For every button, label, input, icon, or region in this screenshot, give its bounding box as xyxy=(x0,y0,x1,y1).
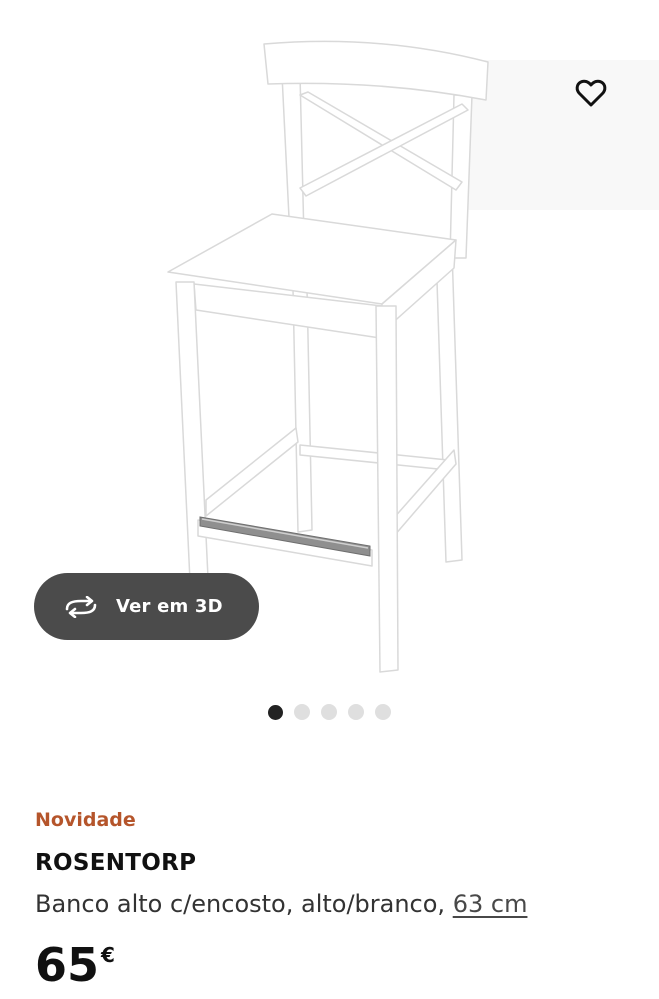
price-amount: 65 xyxy=(35,938,100,992)
product-name: ROSENTORP xyxy=(35,850,197,876)
price-currency: € xyxy=(101,943,115,967)
gallery-dot[interactable] xyxy=(375,704,391,720)
gallery-dot[interactable] xyxy=(294,704,310,720)
product-gallery[interactable]: Ver em 3D xyxy=(0,0,659,730)
rotate-3d-icon xyxy=(62,595,102,619)
product-description: Banco alto c/encosto, alto/branco, 63 cm xyxy=(35,890,527,918)
gallery-pagination xyxy=(268,704,391,720)
view-3d-button[interactable]: Ver em 3D xyxy=(34,573,259,640)
view-3d-label: Ver em 3D xyxy=(116,596,223,617)
heart-icon xyxy=(575,79,607,107)
gallery-dot[interactable] xyxy=(268,704,283,720)
size-link[interactable]: 63 cm xyxy=(453,890,528,918)
wishlist-button[interactable] xyxy=(568,70,614,116)
gallery-dot[interactable] xyxy=(348,704,364,720)
gallery-dot[interactable] xyxy=(321,704,337,720)
new-badge: Novidade xyxy=(35,809,136,831)
product-price: 65 € xyxy=(35,939,115,991)
product-description-text: Banco alto c/encosto, alto/branco, xyxy=(35,890,453,918)
